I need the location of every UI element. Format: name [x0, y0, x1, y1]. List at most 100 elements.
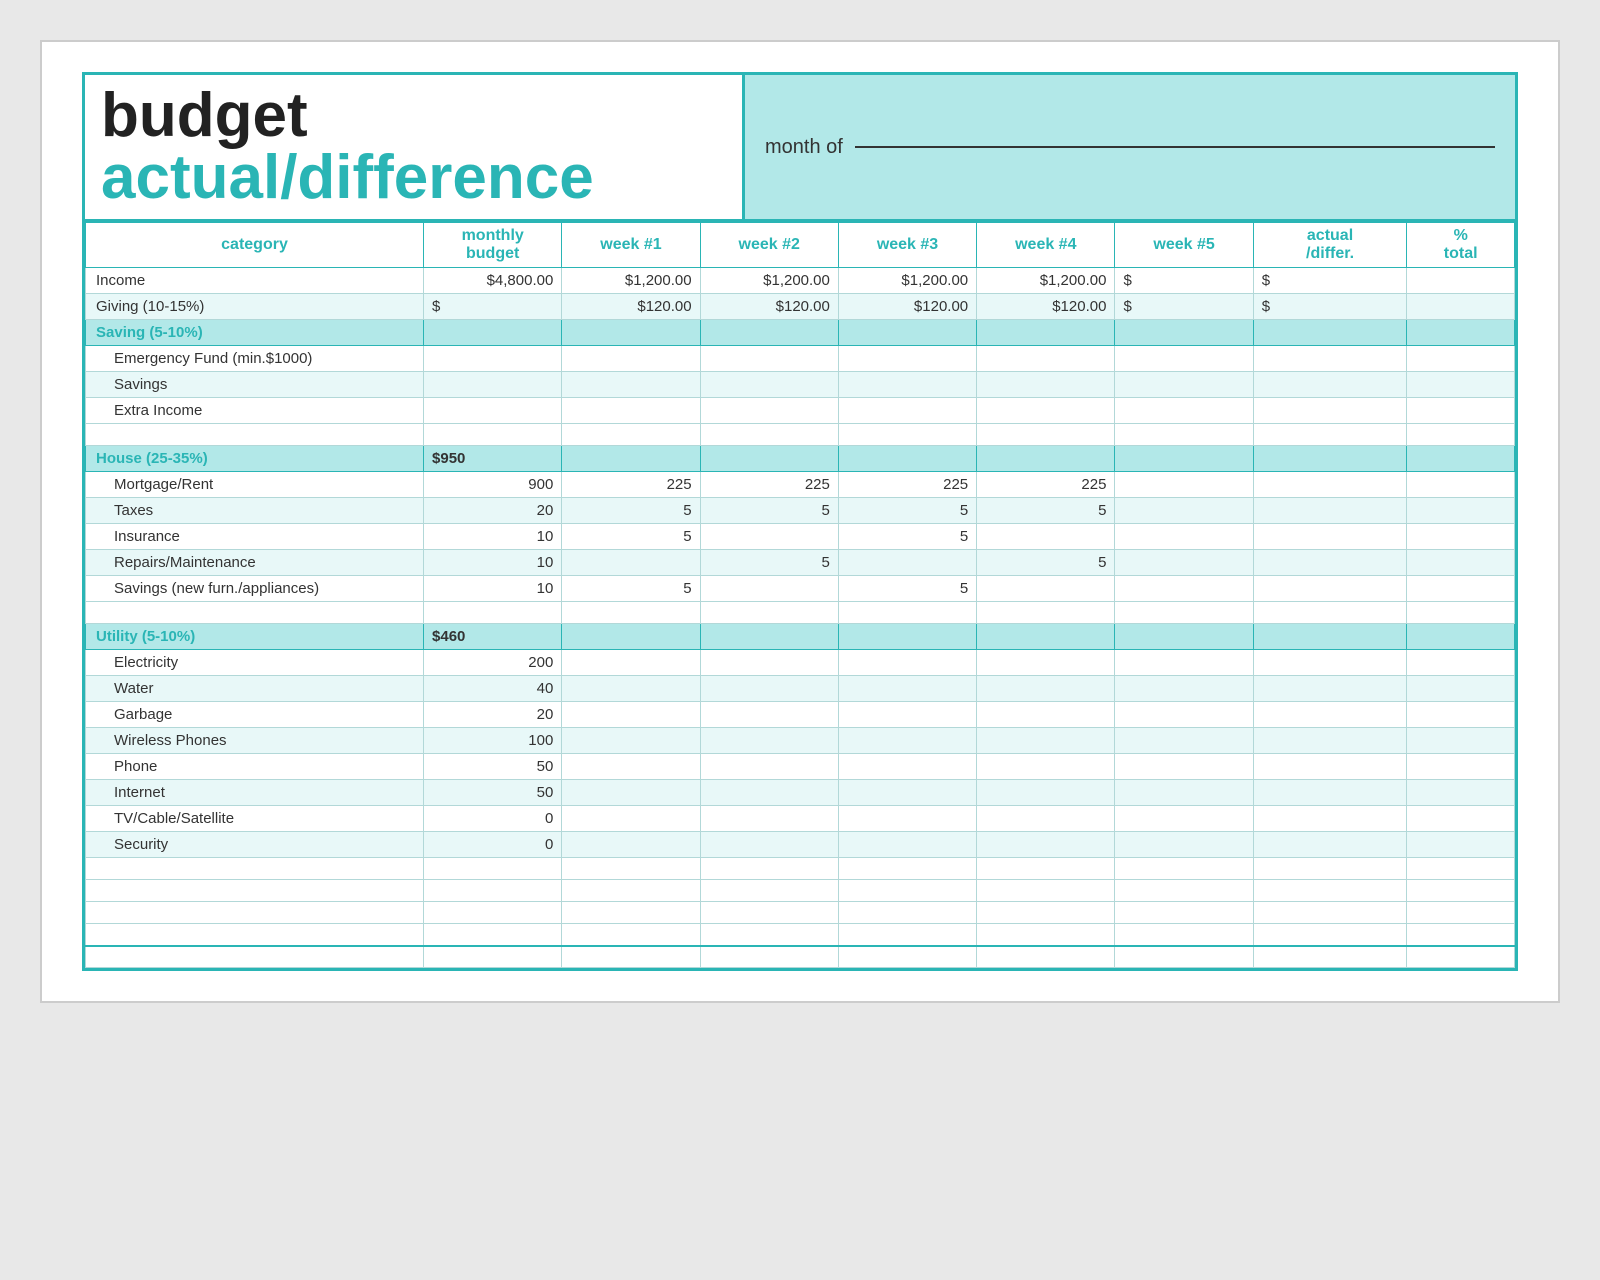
cell-water-pct — [1407, 676, 1515, 702]
cell-income-w1: $1,200.00 — [562, 268, 700, 294]
cell-income-monthly: $4,800.00 — [424, 268, 562, 294]
cell-phone-w3 — [838, 754, 976, 780]
cell-water-w2 — [700, 676, 838, 702]
cell-phone-w5 — [1115, 754, 1253, 780]
row-repairs: Repairs/Maintenance 10 5 5 — [86, 550, 1515, 576]
col-header-week5: week #5 — [1115, 223, 1253, 268]
budget-table: category monthlybudget week #1 week #2 w… — [85, 222, 1515, 968]
col-header-week2: week #2 — [700, 223, 838, 268]
cell-giving-w5: $ — [1115, 294, 1253, 320]
cell-ei-pct — [1407, 398, 1515, 424]
cell-house-monthly: $950 — [424, 446, 562, 472]
row-extra-income: Extra Income — [86, 398, 1515, 424]
cell-utility-pct — [1407, 624, 1515, 650]
cell-security-w1 — [562, 832, 700, 858]
cell-water-actual — [1253, 676, 1407, 702]
cell-income-w5: $ — [1115, 268, 1253, 294]
cell-taxes-w2: 5 — [700, 498, 838, 524]
cell-phone-w2 — [700, 754, 838, 780]
cell-ef-w2 — [700, 346, 838, 372]
month-line — [855, 146, 1495, 148]
cell-elec-monthly: 200 — [424, 650, 562, 676]
row-tv: TV/Cable/Satellite 0 — [86, 806, 1515, 832]
cell-savings-w4 — [977, 372, 1115, 398]
cell-ei-monthly — [424, 398, 562, 424]
cell-insurance-w1: 5 — [562, 524, 700, 550]
cell-saving-label: Saving (5-10%) — [86, 320, 424, 346]
cell-house-w5 — [1115, 446, 1253, 472]
cell-repairs-w3 — [838, 550, 976, 576]
cell-elec-cat: Electricity — [86, 650, 424, 676]
cell-internet-w5 — [1115, 780, 1253, 806]
cell-mortgage-w2: 225 — [700, 472, 838, 498]
cell-internet-actual — [1253, 780, 1407, 806]
cell-phone-pct — [1407, 754, 1515, 780]
row-water: Water 40 — [86, 676, 1515, 702]
cell-internet-cat: Internet — [86, 780, 424, 806]
blank-row-5 — [86, 902, 1515, 924]
month-of-area: month of — [745, 75, 1515, 219]
cell-taxes-pct — [1407, 498, 1515, 524]
cell-savings-w5 — [1115, 372, 1253, 398]
cell-house-w1 — [562, 446, 700, 472]
cell-tv-w5 — [1115, 806, 1253, 832]
cell-sfurn-w5 — [1115, 576, 1253, 602]
cell-tv-w1 — [562, 806, 700, 832]
row-savings-furn: Savings (new furn./appliances) 10 5 5 — [86, 576, 1515, 602]
cell-giving-w3: $120.00 — [838, 294, 976, 320]
row-phone: Phone 50 — [86, 754, 1515, 780]
cell-garbage-w5 — [1115, 702, 1253, 728]
cell-income-w4: $1,200.00 — [977, 268, 1115, 294]
cell-mortgage-cat: Mortgage/Rent — [86, 472, 424, 498]
row-emergency-fund: Emergency Fund (min.$1000) — [86, 346, 1515, 372]
cell-insurance-actual — [1253, 524, 1407, 550]
cell-ei-cat: Extra Income — [86, 398, 424, 424]
cell-repairs-w5 — [1115, 550, 1253, 576]
cell-house-actual — [1253, 446, 1407, 472]
cell-giving-w1: $120.00 — [562, 294, 700, 320]
cell-income-w2: $1,200.00 — [700, 268, 838, 294]
cell-taxes-w1: 5 — [562, 498, 700, 524]
cell-ei-w1 — [562, 398, 700, 424]
cell-wireless-w4 — [977, 728, 1115, 754]
cell-phone-w4 — [977, 754, 1115, 780]
cell-repairs-pct — [1407, 550, 1515, 576]
cell-income-actual: $ — [1253, 268, 1407, 294]
cell-tv-w4 — [977, 806, 1115, 832]
cell-garbage-w4 — [977, 702, 1115, 728]
col-header-week3: week #3 — [838, 223, 976, 268]
cell-insurance-w4 — [977, 524, 1115, 550]
cell-garbage-w1 — [562, 702, 700, 728]
cell-elec-w1 — [562, 650, 700, 676]
cell-ef-w3 — [838, 346, 976, 372]
cell-sfurn-w2 — [700, 576, 838, 602]
title-budget: budget — [101, 81, 308, 150]
cell-garbage-w2 — [700, 702, 838, 728]
row-insurance: Insurance 10 5 5 — [86, 524, 1515, 550]
cell-garbage-actual — [1253, 702, 1407, 728]
cell-tv-cat: TV/Cable/Satellite — [86, 806, 424, 832]
cell-savings-pct — [1407, 372, 1515, 398]
cell-wireless-w1 — [562, 728, 700, 754]
cell-saving-w3 — [838, 320, 976, 346]
cell-elec-w4 — [977, 650, 1115, 676]
cell-garbage-cat: Garbage — [86, 702, 424, 728]
section-header-utility: Utility (5-10%) $460 — [86, 624, 1515, 650]
cell-water-w4 — [977, 676, 1115, 702]
col-header-week4: week #4 — [977, 223, 1115, 268]
cell-tv-monthly: 0 — [424, 806, 562, 832]
cell-giving-w2: $120.00 — [700, 294, 838, 320]
cell-garbage-w3 — [838, 702, 976, 728]
blank-row-final — [86, 946, 1515, 968]
row-taxes: Taxes 20 5 5 5 5 — [86, 498, 1515, 524]
cell-security-pct — [1407, 832, 1515, 858]
cell-savings-w1 — [562, 372, 700, 398]
page-title: budget actual/difference — [101, 81, 594, 212]
cell-wireless-pct — [1407, 728, 1515, 754]
cell-giving-pct — [1407, 294, 1515, 320]
col-header-monthly: monthlybudget — [424, 223, 562, 268]
cell-internet-pct — [1407, 780, 1515, 806]
cell-ef-w5 — [1115, 346, 1253, 372]
cell-security-monthly: 0 — [424, 832, 562, 858]
cell-mortgage-pct — [1407, 472, 1515, 498]
